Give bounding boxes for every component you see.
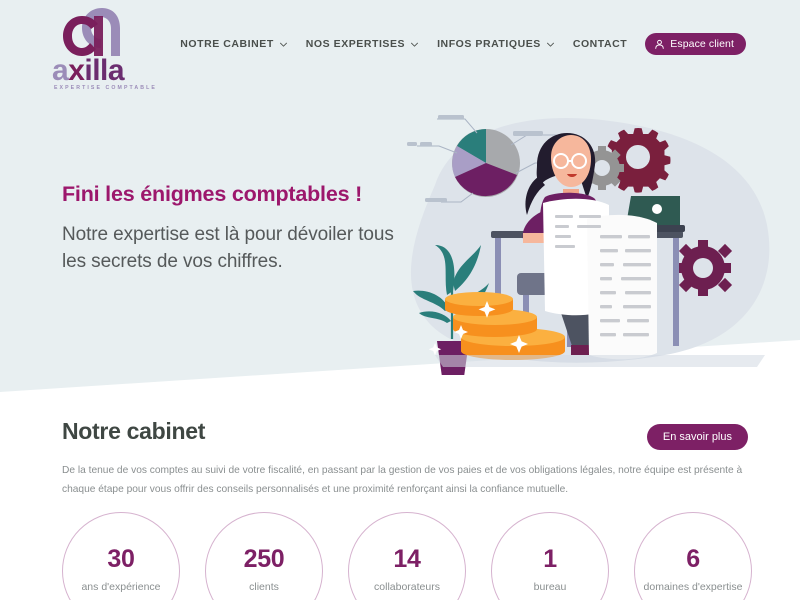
stat-label: bureau bbox=[533, 581, 567, 594]
nav-item-infos-pratiques[interactable]: INFOS PRATIQUES bbox=[437, 38, 555, 50]
hero-text-block: Fini les énigmes comptables ! Notre expe… bbox=[62, 182, 422, 276]
hero-subtitle: Notre expertise est là pour dévoiler tou… bbox=[62, 223, 394, 272]
stat-item-collaborateurs: 14 collaborateurs bbox=[348, 512, 466, 600]
nav-label: INFOS PRATIQUES bbox=[437, 38, 541, 50]
stat-item-experience: 30 ans d'expérience bbox=[62, 512, 180, 600]
person-icon bbox=[654, 39, 665, 50]
stat-number: 30 bbox=[107, 545, 135, 574]
stat-label: clients bbox=[249, 581, 279, 594]
nav-item-notre-cabinet[interactable]: NOTRE CABINET bbox=[180, 38, 287, 50]
stat-item-domaines: 6 domaines d'expertise bbox=[634, 512, 752, 600]
logo-letter-x: x bbox=[68, 54, 85, 87]
nav-label: NOS EXPERTISES bbox=[305, 38, 406, 50]
nav-label: CONTACT bbox=[572, 38, 628, 50]
logo-wordmark: axilla bbox=[52, 54, 125, 87]
stat-number: 14 bbox=[393, 545, 421, 574]
logo-tagline: EXPERTISE COMPTABLE bbox=[54, 85, 157, 91]
chevron-down-icon bbox=[410, 40, 419, 49]
stat-label: domaines d'expertise bbox=[643, 581, 743, 594]
hero-title: Fini les énigmes comptables ! bbox=[62, 182, 363, 206]
en-savoir-plus-button[interactable]: En savoir plus bbox=[646, 424, 748, 450]
espace-client-button[interactable]: Espace client bbox=[645, 33, 746, 55]
site-header: axilla EXPERTISE COMPTABLE NOTRE CABINET… bbox=[0, 0, 800, 91]
chevron-down-icon bbox=[279, 40, 288, 49]
stat-number: 1 bbox=[543, 545, 557, 574]
nav-item-contact[interactable]: CONTACT bbox=[573, 38, 627, 50]
nav-label: NOTRE CABINET bbox=[180, 38, 274, 50]
nav-item-nos-expertises[interactable]: NOS EXPERTISES bbox=[306, 38, 419, 50]
stat-number: 6 bbox=[686, 545, 700, 574]
section-paragraph: De la tenue de vos comptes au suivi de v… bbox=[62, 465, 743, 495]
espace-client-label: Espace client bbox=[670, 38, 734, 50]
stat-label: collaborateurs bbox=[374, 581, 440, 594]
chevron-down-icon bbox=[546, 40, 555, 49]
axilla-double-a-logo-icon bbox=[60, 6, 128, 58]
logo-letter-a: a bbox=[52, 54, 69, 87]
illo-gear-right bbox=[675, 240, 733, 296]
logo-letters-rest: illa bbox=[84, 54, 125, 87]
stat-item-clients: 250 clients bbox=[205, 512, 323, 600]
stat-item-bureau: 1 bureau bbox=[491, 512, 609, 600]
page-root: axilla EXPERTISE COMPTABLE NOTRE CABINET… bbox=[0, 0, 800, 600]
hero-illustration bbox=[395, 105, 800, 375]
stat-number: 250 bbox=[243, 545, 285, 574]
section-heading: Notre cabinet bbox=[62, 418, 206, 444]
site-logo[interactable]: axilla EXPERTISE COMPTABLE bbox=[52, 6, 192, 94]
stats-row: 30 ans d'expérience 250 clients 14 colla… bbox=[62, 512, 752, 600]
stat-label: ans d'expérience bbox=[81, 581, 161, 594]
main-navigation: NOTRE CABINET NOS EXPERTISES INFOS PRATI… bbox=[180, 33, 746, 55]
